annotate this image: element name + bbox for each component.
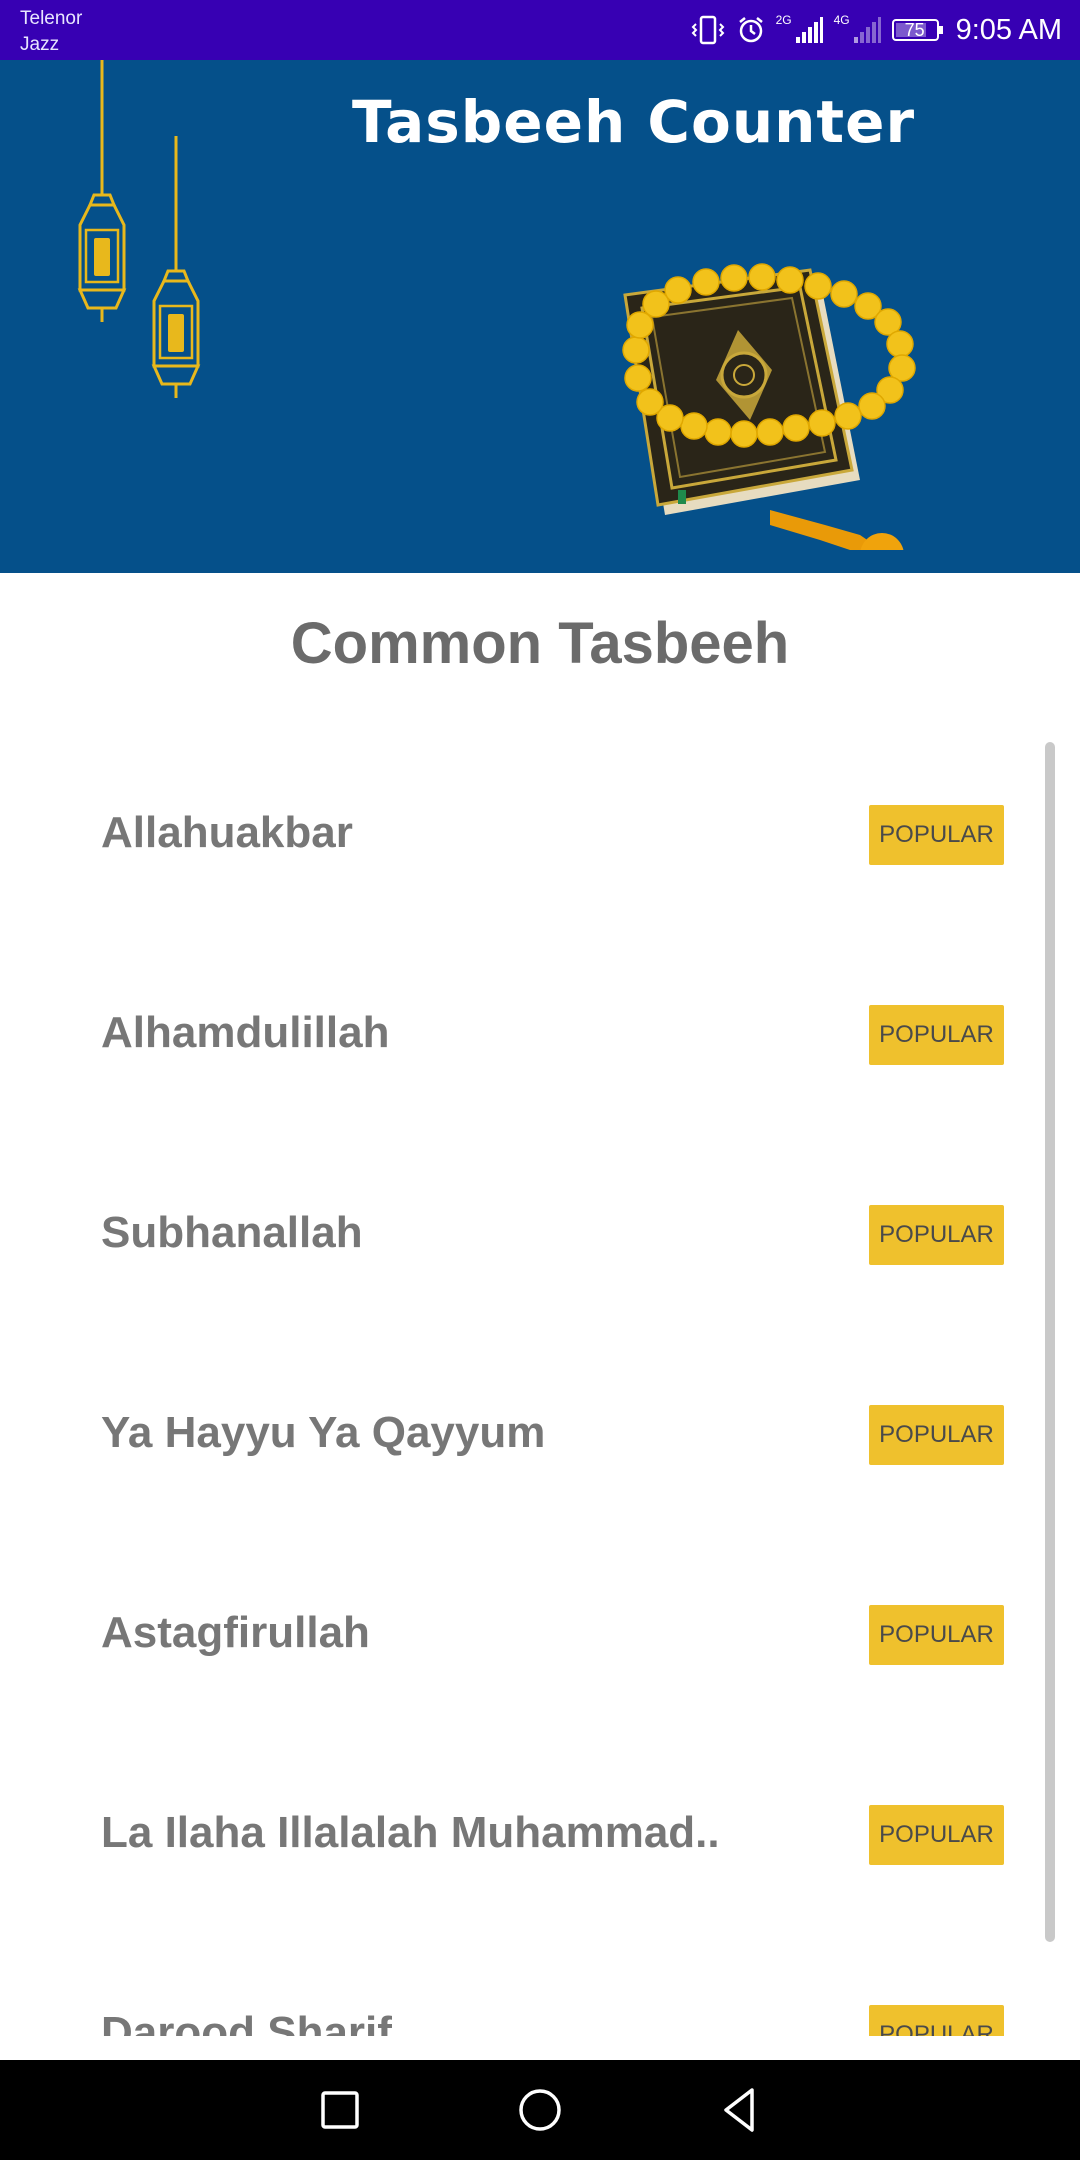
vibrate-icon <box>690 15 726 45</box>
tasbeeh-list[interactable]: Allahuakbar POPULAR Alhamdulillah POPULA… <box>0 740 1080 2036</box>
recent-apps-icon[interactable] <box>310 2080 370 2140</box>
navigation-bar <box>0 2060 1080 2160</box>
tasbeeh-name: Ya Hayyu Ya Qayyum <box>101 1408 546 1457</box>
signal-weak-icon <box>852 15 882 45</box>
popular-badge: POPULAR <box>869 1205 1004 1265</box>
popular-badge: POPULAR <box>869 805 1004 865</box>
quran-tasbeeh-illustration <box>622 263 916 550</box>
back-icon[interactable] <box>710 2080 770 2140</box>
list-item[interactable]: Darood Sharif POPULAR <box>0 1940 1080 2036</box>
home-icon[interactable] <box>510 2080 570 2140</box>
list-item[interactable]: Alhamdulillah POPULAR <box>0 940 1080 1140</box>
carrier-info: Telenor Jazz <box>20 6 82 58</box>
list-item[interactable]: Subhanallah POPULAR <box>0 1140 1080 1340</box>
clock: 9:05 AM <box>955 13 1062 46</box>
list-item[interactable]: La Ilaha Illalalah Muhammad.. POPULAR <box>0 1740 1080 1940</box>
network-2g-label: 2G <box>775 13 792 27</box>
alarm-icon <box>736 15 766 45</box>
popular-badge: POPULAR <box>869 2005 1004 2036</box>
signal-strength-icon <box>794 15 824 45</box>
tasbeeh-name: Alhamdulillah <box>101 1008 390 1057</box>
tasbeeh-name: La Ilaha Illalalah Muhammad.. <box>101 1808 720 1857</box>
list-item[interactable]: Ya Hayyu Ya Qayyum POPULAR <box>0 1340 1080 1540</box>
app-screen: Telenor Jazz 2G 4G 75 9:05 AM Tasbeeh Co… <box>0 0 1080 2160</box>
app-title: Tasbeeh Counter <box>352 88 916 156</box>
status-icons: 2G 4G 75 9:05 AM <box>690 0 1062 60</box>
popular-badge: POPULAR <box>869 1605 1004 1665</box>
popular-badge: POPULAR <box>869 1005 1004 1065</box>
carrier-name-2: Jazz <box>20 34 60 55</box>
tasbeeh-name: Astagfirullah <box>101 1608 370 1657</box>
lantern-icon <box>151 136 201 398</box>
header-banner: Tasbeeh Counter <box>0 60 1080 573</box>
carrier-name-1: Telenor <box>20 8 83 29</box>
list-item[interactable]: Astagfirullah POPULAR <box>0 1540 1080 1740</box>
popular-badge: POPULAR <box>869 1805 1004 1865</box>
network-4g-label: 4G <box>833 13 850 27</box>
tasbeeh-name: Subhanallah <box>101 1208 363 1257</box>
tasbeeh-name: Darood Sharif <box>101 2008 392 2036</box>
section-title: Common Tasbeeh <box>290 611 790 676</box>
battery-icon: 75 <box>891 15 944 45</box>
tasbeeh-name: Allahuakbar <box>101 808 353 857</box>
lantern-icon <box>77 60 127 322</box>
battery-level: 75 <box>904 20 925 40</box>
scrollbar[interactable] <box>1045 742 1055 1942</box>
status-bar: Telenor Jazz 2G 4G 75 9:05 AM <box>0 0 1080 60</box>
list-item[interactable]: Allahuakbar POPULAR <box>0 740 1080 940</box>
popular-badge: POPULAR <box>869 1405 1004 1465</box>
